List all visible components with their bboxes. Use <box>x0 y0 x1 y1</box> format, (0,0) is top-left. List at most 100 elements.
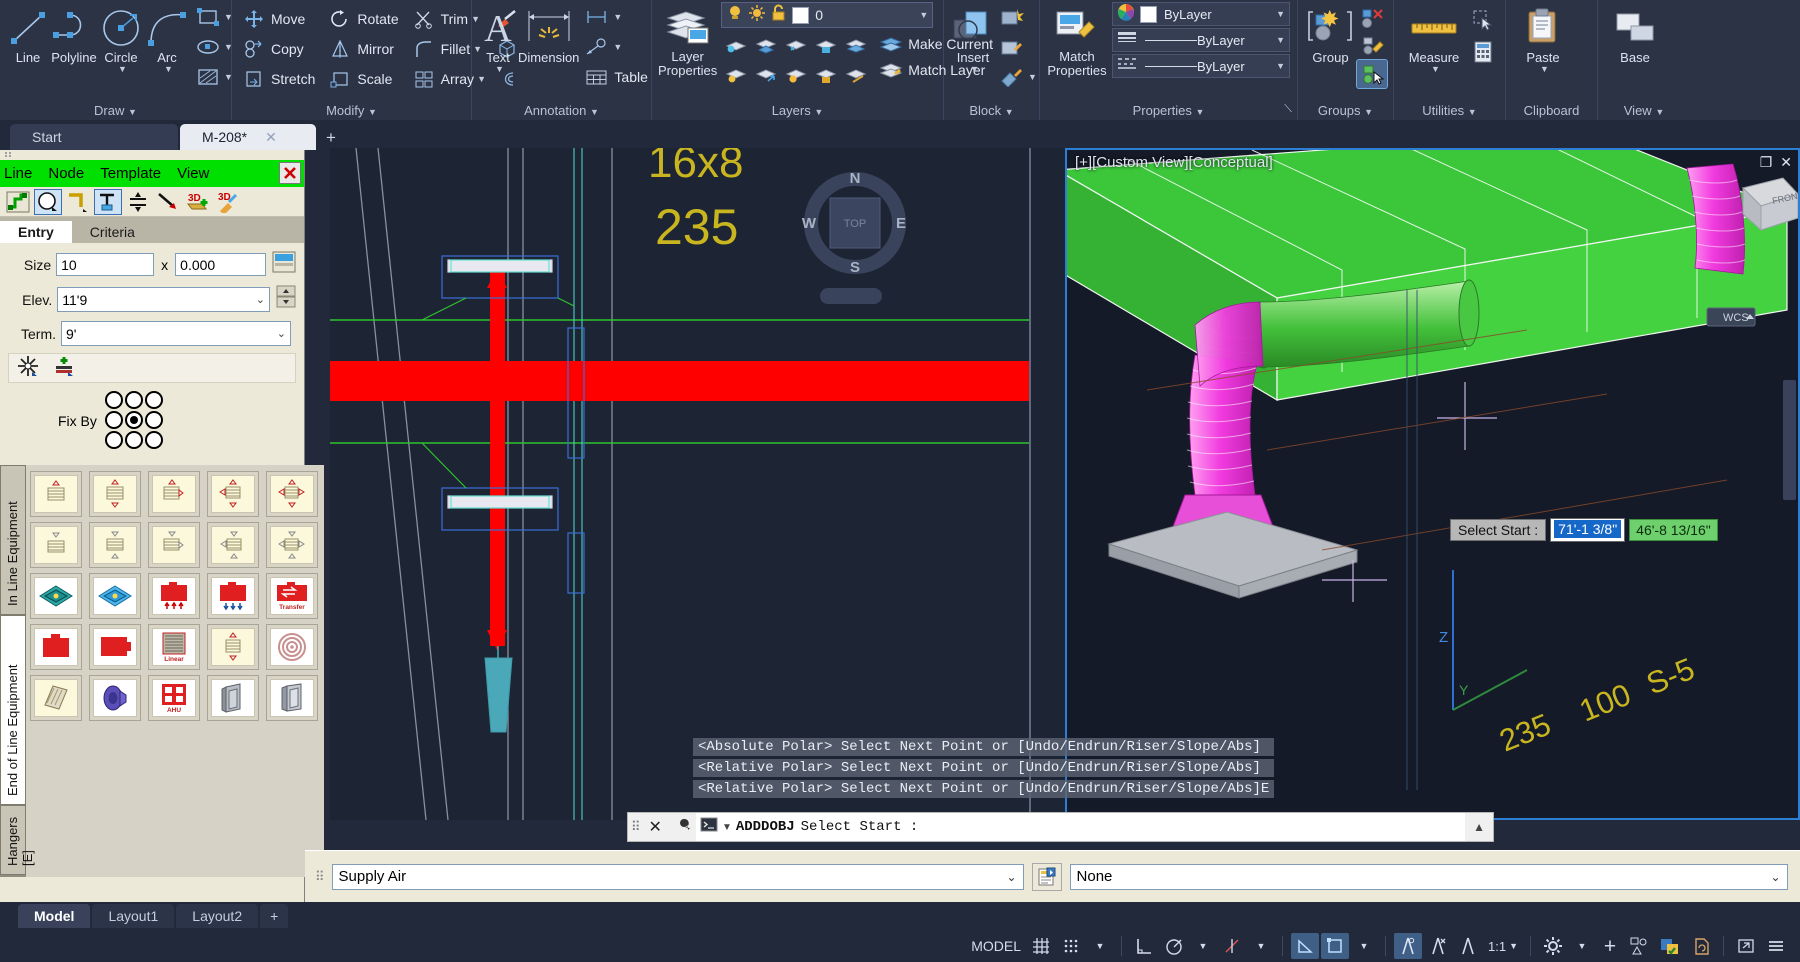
fixby-ml[interactable] <box>105 411 123 429</box>
panel-label-modify[interactable]: Modify ▼ <box>232 103 471 118</box>
viewport-3d-label[interactable]: [+][Custom View][Conceptual] <box>1075 154 1273 171</box>
unlock-icon[interactable] <box>770 4 786 27</box>
layer-on-icon[interactable] <box>721 61 751 89</box>
size-picker-icon[interactable] <box>272 251 296 278</box>
ucs-widget[interactable] <box>820 288 882 304</box>
leader-dropdown-icon[interactable]: ▼ <box>613 42 622 52</box>
panel-label-annotation[interactable]: Annotation ▼ <box>472 103 651 118</box>
text-button[interactable]: A Text ▼ <box>478 2 518 74</box>
workspace-dropdown-icon[interactable]: ▼ <box>1569 933 1595 959</box>
insert-block-button[interactable]: Insert ▼ <box>950 2 996 74</box>
object-snap-icon[interactable] <box>1321 933 1349 959</box>
workspace-gear-icon[interactable] <box>1539 933 1567 959</box>
drop-icon[interactable] <box>94 189 122 215</box>
customization-icon[interactable] <box>1687 933 1715 959</box>
style-chevron-down-icon[interactable]: ⌄ <box>1770 870 1780 884</box>
panel-label-groups[interactable]: Groups ▼ <box>1298 103 1393 118</box>
close-icon[interactable]: ✕ <box>265 129 277 146</box>
lineweight-property[interactable]: ByLayer ▼ <box>1112 28 1290 52</box>
size-input[interactable]: 10 <box>56 253 154 276</box>
polyline-button[interactable]: Polyline <box>50 2 98 64</box>
equipment-item[interactable] <box>30 471 82 517</box>
3d-paint-icon[interactable]: 3D <box>214 189 242 215</box>
layer-off-icon[interactable] <box>781 31 811 59</box>
linetype-property[interactable]: ByLayer ▼ <box>1112 54 1290 78</box>
dynamic-input-tooltip[interactable]: Select Start : 71'-1 3/8" 46'-8 13/16" <box>1450 518 1718 542</box>
text-dropdown-icon[interactable]: ▼ <box>495 64 504 74</box>
calculator-icon[interactable] <box>1468 38 1498 66</box>
base-view-button[interactable]: Base <box>1604 2 1666 64</box>
equipment-item[interactable] <box>30 624 82 670</box>
tab-entry[interactable]: Entry <box>0 221 72 243</box>
elbow-icon[interactable] <box>64 189 92 215</box>
menu-icon[interactable] <box>1762 933 1790 959</box>
sidetab-hangers[interactable]: Hangers [E] <box>0 805 26 875</box>
properties-dialog-launcher[interactable]: ⟍ <box>1284 103 1292 116</box>
equipment-item[interactable] <box>207 522 259 568</box>
sidetab-end-of-line-equipment[interactable]: End of Line Equipment <box>0 615 26 805</box>
layout-tab-layout1[interactable]: Layout1 <box>92 904 174 928</box>
command-line-grip[interactable]: ⠿ <box>628 819 643 835</box>
edit-attribute-dropdown-icon[interactable]: ▼ <box>1028 72 1037 82</box>
annotation-scale-icon[interactable]: 1:1▼ <box>1484 933 1522 959</box>
equipment-item[interactable] <box>30 573 82 619</box>
equipment-item[interactable] <box>148 522 200 568</box>
color-property[interactable]: ByLayer ▼ <box>1112 2 1290 26</box>
layer-unisolate-icon[interactable] <box>841 31 871 59</box>
clean-screen-icon[interactable] <box>1655 933 1685 959</box>
panel-label-draw[interactable]: Draw ▼ <box>0 103 231 118</box>
equipment-item[interactable] <box>89 573 141 619</box>
tab-criteria[interactable]: Criteria <box>72 221 153 243</box>
ellipse-button[interactable]: ▼ <box>192 32 236 62</box>
sidetab-inline-equipment[interactable]: In Line Equipment <box>0 465 26 615</box>
layer-properties-button[interactable]: Layer Properties <box>658 2 717 78</box>
node-shape-icon[interactable] <box>34 189 62 215</box>
equipment-item[interactable] <box>89 522 141 568</box>
line-button[interactable]: Line <box>6 2 50 64</box>
object-snap-tracking-icon[interactable] <box>1218 933 1246 959</box>
drawing-tab-m208[interactable]: M-208* ✕ <box>180 124 316 150</box>
hatch-button[interactable]: ▼ <box>192 62 236 92</box>
panel-label-properties[interactable]: Properties ▼ ⟍ <box>1040 103 1297 118</box>
arc-button[interactable]: Arc ▼ <box>144 2 190 74</box>
table-button[interactable]: Table <box>581 62 650 92</box>
lineweight-dropdown-icon[interactable]: ▼ <box>1276 35 1285 45</box>
command-dropdown-icon[interactable]: ▼ <box>722 822 732 833</box>
transparency-icon[interactable] <box>1424 933 1452 959</box>
panel-label-block[interactable]: Block ▼ <box>944 103 1039 118</box>
equipment-item[interactable] <box>207 624 259 670</box>
layer-lock-icon[interactable] <box>811 31 841 59</box>
measure-button[interactable]: Measure ▼ <box>1400 2 1468 74</box>
hardware-accel-icon[interactable]: + <box>1597 933 1623 959</box>
stretch-button[interactable]: Stretch <box>238 64 318 94</box>
sun-icon[interactable] <box>748 4 766 27</box>
equipment-item[interactable] <box>207 471 259 517</box>
equipment-item[interactable] <box>89 675 141 721</box>
new-drawing-tab[interactable]: + <box>318 126 344 150</box>
ungroup-icon[interactable] <box>1357 4 1387 32</box>
create-block-button[interactable] <box>996 2 1040 32</box>
copy-button[interactable]: Copy <box>238 34 318 64</box>
system-chevron-down-icon[interactable]: ⌄ <box>1006 870 1016 884</box>
equipment-item[interactable] <box>207 573 259 619</box>
dynamic-input-field-1[interactable]: 71'-1 3/8" <box>1550 518 1625 542</box>
layer-freeze-icon[interactable] <box>751 31 781 59</box>
fixby-br[interactable] <box>145 431 163 449</box>
fixby-tr[interactable] <box>145 391 163 409</box>
dynamic-ucs-icon[interactable] <box>1291 933 1319 959</box>
fixby-mc[interactable] <box>125 411 143 429</box>
viewcube[interactable]: TOP N E S W <box>800 168 910 278</box>
snap-dropdown-icon[interactable]: ▼ <box>1087 933 1113 959</box>
palette-close-button[interactable] <box>279 162 301 184</box>
dimension-button[interactable]: Dimension <box>518 2 579 64</box>
layer-previous-icon[interactable] <box>841 61 871 89</box>
restore-icon[interactable]: ❐ <box>1760 154 1773 171</box>
elev-stepper[interactable] <box>276 285 296 314</box>
mirror-button[interactable]: Mirror <box>324 34 401 64</box>
circle-dropdown-icon[interactable]: ▼ <box>118 64 127 74</box>
scale-button[interactable]: Scale <box>324 64 401 94</box>
close-icon[interactable]: ✕ <box>643 817 668 837</box>
paste-dropdown-icon[interactable]: ▼ <box>1540 64 1549 74</box>
group-button[interactable]: Group <box>1304 2 1357 64</box>
circle-button[interactable]: Circle ▼ <box>98 2 144 74</box>
